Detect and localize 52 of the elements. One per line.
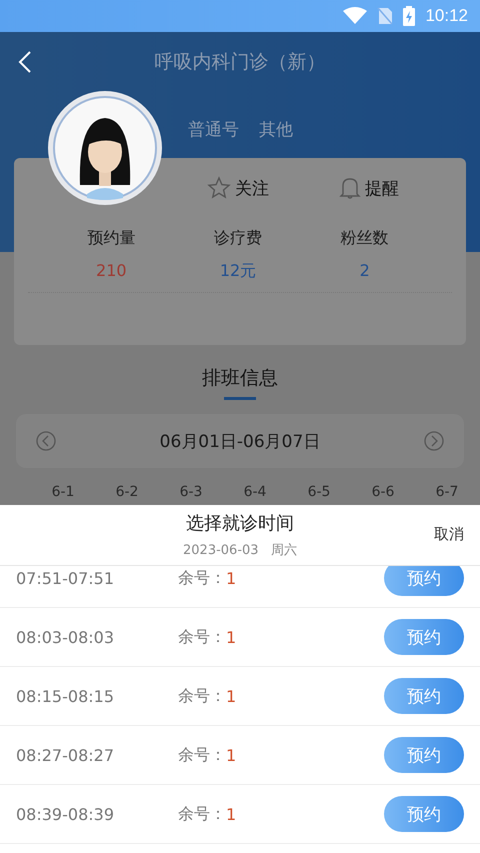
stat-label: 预约量: [87, 228, 136, 249]
status-time: 10:12: [425, 6, 468, 26]
doctor-tag: 普通号: [188, 118, 239, 141]
slot-time: 08:39-08:39: [16, 804, 115, 824]
section-title: 排班信息: [202, 366, 278, 391]
slot-time: 08:03-08:03: [16, 628, 115, 646]
day-date[interactable]: 6-5: [287, 484, 351, 500]
book-button[interactable]: 预约: [384, 678, 464, 714]
remaining-count: 1: [226, 746, 238, 764]
remaining-label: 余号：: [178, 744, 226, 766]
stat-label: 诊疗费: [214, 228, 262, 249]
day-date[interactable]: 6-6: [351, 484, 415, 500]
follow-button[interactable]: 关注: [207, 176, 269, 200]
next-icon[interactable]: [424, 431, 444, 451]
day-date[interactable]: 6-2: [95, 484, 159, 500]
day-date[interactable]: 6-4: [223, 484, 287, 500]
doctor-tag: 其他: [259, 118, 293, 141]
day-date[interactable]: 6-7: [415, 484, 479, 500]
stat-value: 12元: [220, 261, 256, 282]
remaining-count: 1: [226, 628, 238, 646]
slot-time: 08:27-08:27: [16, 746, 115, 764]
remaining-count: 1: [226, 568, 238, 588]
remaining-label: 余号：: [178, 626, 226, 648]
remaining-count: 1: [226, 804, 238, 824]
sheet-date: 2023-06-03 周六: [183, 542, 297, 559]
remaining-label: 余号：: [178, 804, 226, 824]
battery-icon: [403, 6, 416, 26]
stat-value: 210: [96, 261, 127, 280]
back-icon[interactable]: [18, 50, 32, 74]
no-sim-icon: [377, 7, 394, 25]
wifi-icon: [343, 7, 368, 25]
week-range: 06月01日-06月07日: [160, 430, 320, 452]
remaining-label: 余号：: [178, 686, 226, 706]
stat-label: 粉丝数: [340, 228, 389, 249]
remaining-count: 1: [226, 686, 238, 706]
slot-time: 07:51-07:51: [16, 568, 115, 588]
cancel-button[interactable]: 取消: [434, 525, 464, 544]
page-title: 呼吸内科门诊（新）: [154, 50, 326, 75]
remind-button[interactable]: 提醒: [339, 176, 399, 200]
sheet-title: 选择就诊时间: [186, 512, 294, 535]
book-button[interactable]: 预约: [384, 566, 464, 596]
bell-icon: [339, 176, 361, 200]
day-date[interactable]: 6-3: [159, 484, 223, 500]
star-icon: [207, 176, 231, 200]
book-button[interactable]: 预约: [384, 619, 464, 655]
slot-time: 08:15-08:15: [16, 686, 115, 706]
book-button[interactable]: 预约: [384, 796, 464, 832]
previous-icon[interactable]: [36, 431, 56, 451]
stat-value: 2: [360, 261, 370, 280]
remaining-label: 余号：: [178, 568, 226, 588]
book-button[interactable]: 预约: [384, 737, 464, 773]
day-date[interactable]: 6-1: [31, 484, 95, 500]
